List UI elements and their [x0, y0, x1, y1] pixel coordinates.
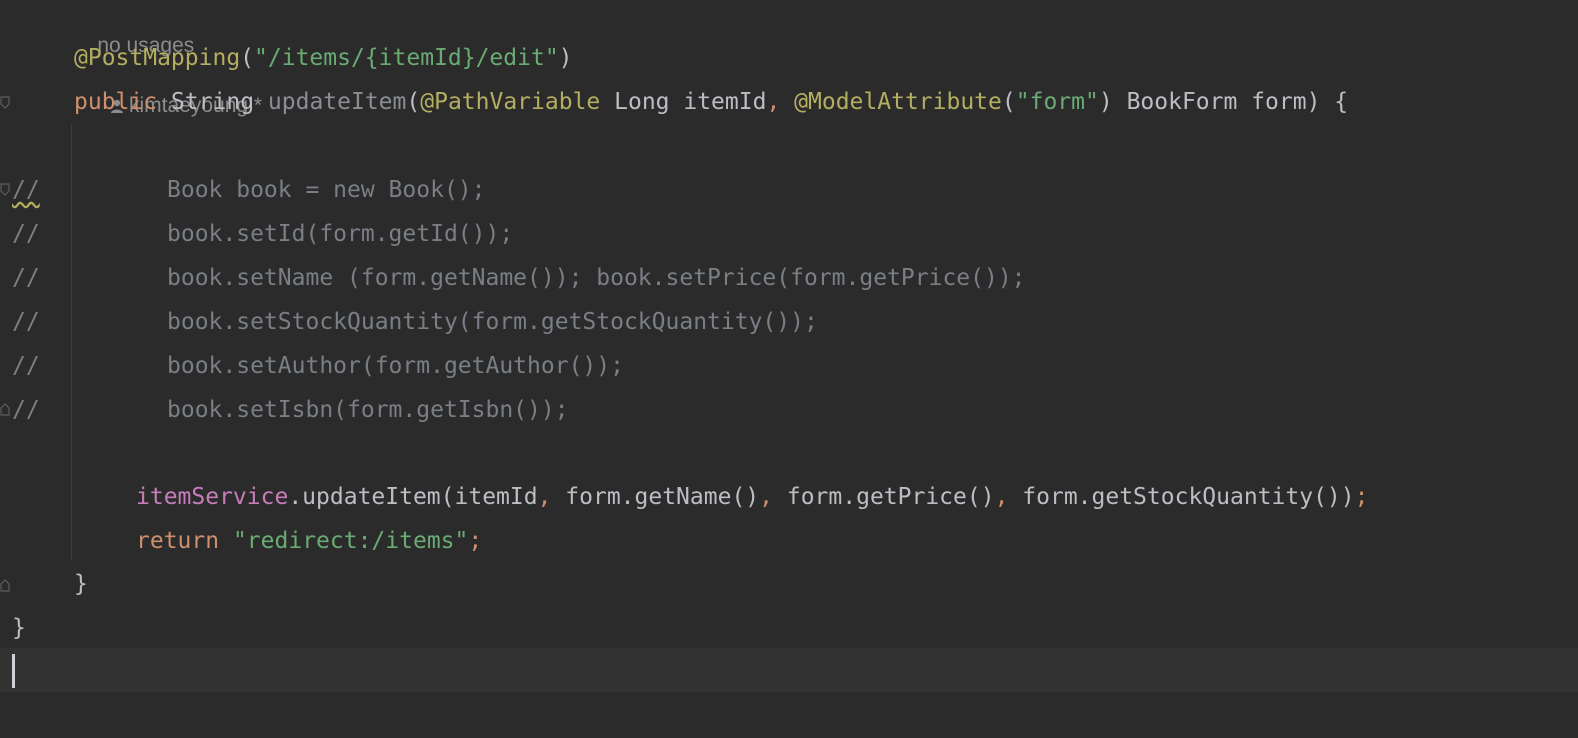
field-token: itemService — [136, 484, 289, 510]
code-line-method-close[interactable]: } — [0, 562, 88, 606]
code-line-service-call[interactable]: itemService.updateItem(itemId, form.getN… — [0, 475, 1368, 519]
comment-prefix: // — [12, 353, 40, 379]
comment-prefix: // — [12, 265, 40, 291]
keyword-token: public — [74, 89, 158, 115]
code-line-comment[interactable]: // book.setAuthor(form.getAuthor()); — [0, 344, 624, 388]
comment-text: book.setStockQuantity(form.getStockQuant… — [167, 309, 818, 335]
code-line-class-close[interactable]: } — [0, 606, 55, 650]
keyword-token: return — [136, 528, 220, 554]
comment-prefix: // — [12, 309, 40, 335]
comment-text: book.setAuthor(form.getAuthor()); — [167, 353, 624, 379]
code-line-signature[interactable]: public String updateItem(@PathVariable L… — [0, 80, 1348, 124]
code-line-comment[interactable]: // book.setName (form.getName()); book.s… — [0, 256, 1026, 300]
string-token: "/items/{itemId}/edit" — [254, 45, 559, 71]
comment-prefix: // — [12, 177, 40, 203]
current-line-highlight[interactable] — [0, 648, 1578, 692]
comment-text: book.setId(form.getId()); — [167, 221, 514, 247]
text-caret — [12, 654, 15, 688]
string-token: "redirect:/items" — [232, 528, 469, 554]
code-line-annotation[interactable]: @PostMapping("/items/{itemId}/edit") — [0, 36, 573, 80]
indent-guide — [71, 124, 72, 560]
code-line-comment[interactable]: // Book book = new Book(); — [0, 168, 486, 212]
comment-text: Book book = new Book(); — [167, 177, 486, 203]
code-line-comment[interactable]: // book.setId(form.getId()); — [0, 212, 513, 256]
code-line-comment[interactable]: // book.setStockQuantity(form.getStockQu… — [0, 300, 818, 344]
annotation-token: @PostMapping — [74, 45, 241, 71]
code-editor[interactable]: no usages kimtaeyoung * @PostMapping("/i… — [0, 0, 1578, 692]
code-line-return[interactable]: return "redirect:/items"; — [0, 519, 482, 563]
comment-text: book.setName (form.getName()); book.setP… — [167, 265, 1026, 291]
method-name: updateItem — [267, 89, 407, 115]
comment-text: book.setIsbn(form.getIsbn()); — [167, 397, 569, 423]
comment-prefix: // — [12, 221, 40, 247]
inlay-hint[interactable]: no usages kimtaeyoung * — [74, 1, 262, 117]
comment-prefix: // — [12, 397, 40, 423]
code-line-comment[interactable]: // book.setIsbn(form.getIsbn()); — [0, 388, 569, 432]
